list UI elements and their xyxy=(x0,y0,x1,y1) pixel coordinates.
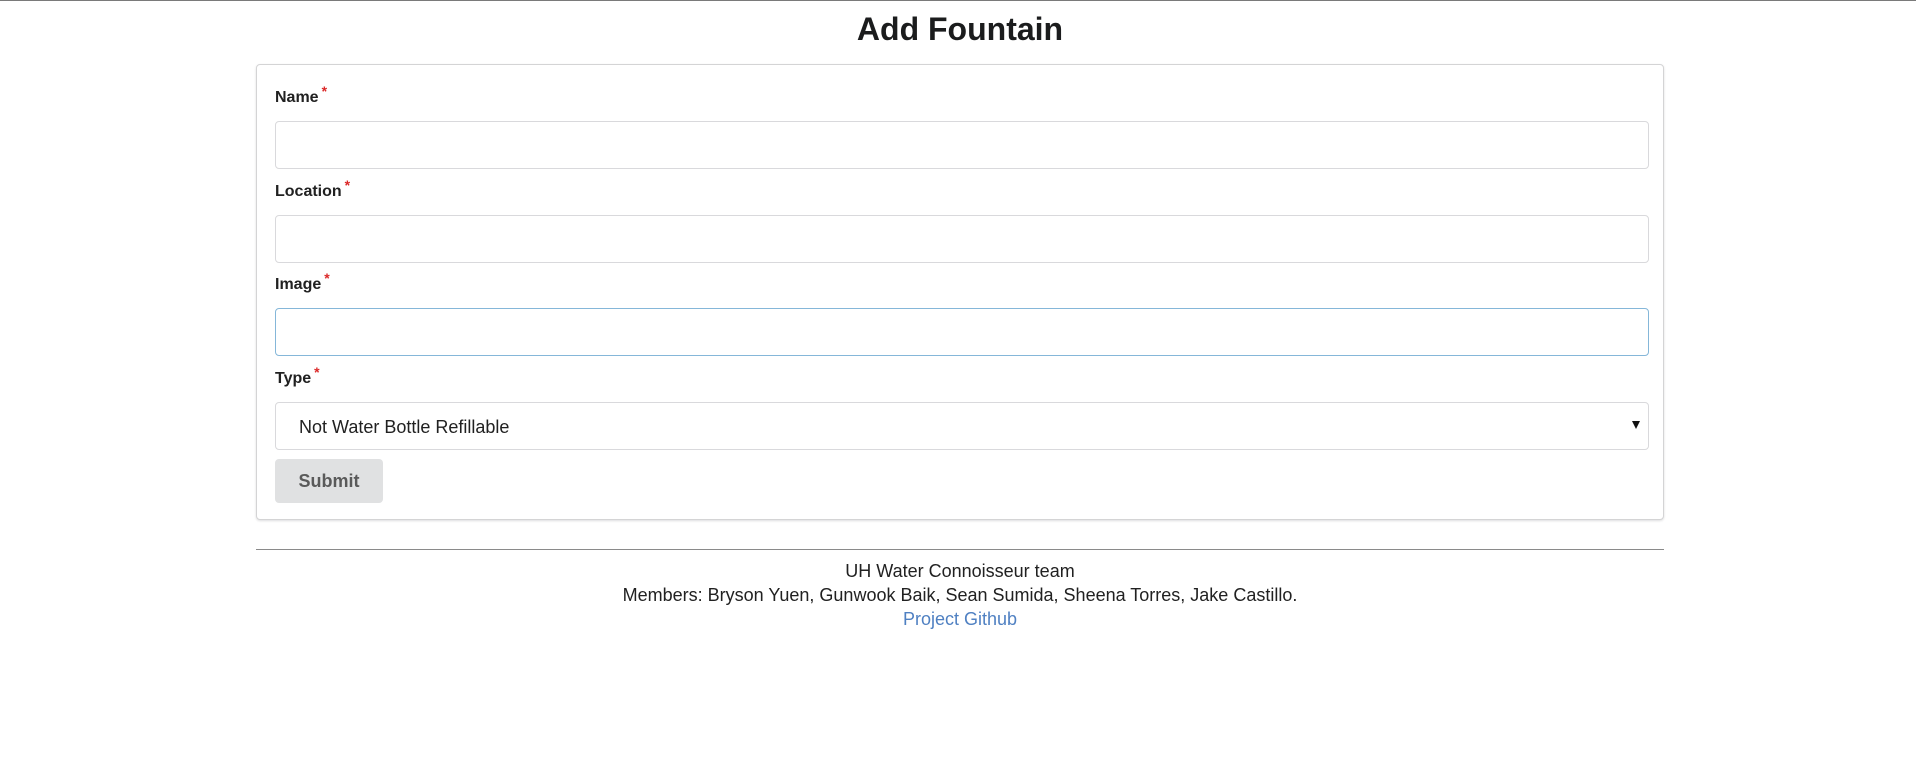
required-marker: * xyxy=(314,364,320,380)
name-input[interactable] xyxy=(275,121,1649,169)
footer-team: UH Water Connoisseur team xyxy=(845,561,1075,581)
image-input[interactable] xyxy=(275,308,1649,356)
required-marker: * xyxy=(321,83,328,99)
image-field-group: Image * xyxy=(275,270,1649,356)
footer-link-row: Project Github xyxy=(0,607,1916,631)
project-github-link[interactable]: Project Github xyxy=(903,609,1017,629)
location-field-group: Location * xyxy=(275,177,1649,263)
required-marker: * xyxy=(324,270,330,286)
name-label: Name * xyxy=(275,83,1649,107)
dropdown-arrow-icon xyxy=(1632,421,1640,429)
type-select[interactable]: Not Water Bottle Refillable xyxy=(275,402,1649,450)
image-label: Image * xyxy=(275,270,1649,294)
required-marker: * xyxy=(344,177,351,193)
name-label-text: Name xyxy=(275,89,319,106)
location-input[interactable] xyxy=(275,215,1649,263)
submit-button[interactable]: Submit xyxy=(275,459,383,503)
footer-members: Members: Bryson Yuen, Gunwook Baik, Sean… xyxy=(622,585,1298,605)
type-label-text: Type xyxy=(275,370,312,387)
top-border xyxy=(0,0,1916,1)
type-label: Type * xyxy=(275,364,1649,388)
location-label-text: Location xyxy=(275,183,342,200)
location-label: Location * xyxy=(275,177,1649,201)
type-field-group: Type * Not Water Bottle Refillable xyxy=(275,364,1649,450)
name-field-group: Name * xyxy=(275,83,1649,169)
image-label-text: Image xyxy=(275,276,322,293)
footer-divider xyxy=(256,549,1664,550)
type-select-value: Not Water Bottle Refillable xyxy=(299,417,510,437)
add-fountain-form: Name * Location * Image * Type * Not Water B… xyxy=(256,64,1664,520)
page-title: Add Fountain xyxy=(856,11,1064,47)
